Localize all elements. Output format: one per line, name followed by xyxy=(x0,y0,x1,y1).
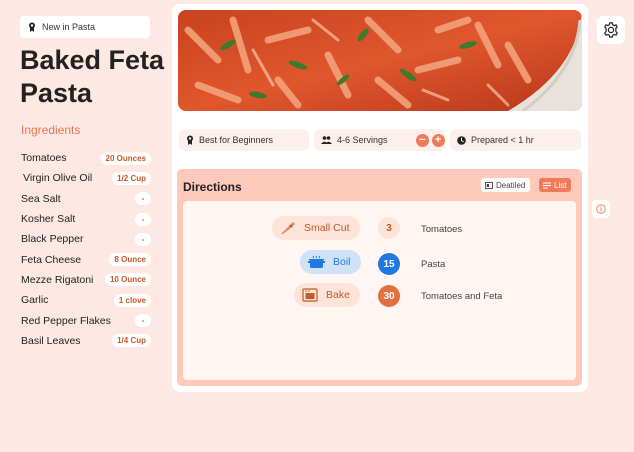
detail-view-icon xyxy=(485,181,493,189)
category-badge-label: New in Pasta xyxy=(42,22,96,32)
ingredient-amount: 1/4 Cup xyxy=(112,334,151,348)
ingredient-name: Kosher Salt xyxy=(21,213,76,226)
gear-icon xyxy=(602,21,620,39)
ingredients-heading: Ingredients xyxy=(21,123,81,137)
servings-pill: 4-6 Servings − + xyxy=(314,129,445,151)
ingredient-amount: 10 Ounce xyxy=(104,273,151,287)
info-button[interactable] xyxy=(592,200,610,218)
ingredient-amount: 1 clove xyxy=(113,293,151,307)
ingredients-list: Tomatoes 20 Ounces Virgin Olive Oil 1/2 … xyxy=(21,148,151,351)
step-target: Pasta xyxy=(421,259,446,270)
ingredient-name: Basil Leaves xyxy=(21,334,81,347)
ingredient-amount: - xyxy=(135,212,151,226)
ingredient-name: Tomatoes xyxy=(21,152,67,165)
ingredient-item: Basil Leaves 1/4 Cup xyxy=(21,331,151,351)
ingredient-name: Mezze Rigatoni xyxy=(21,273,94,286)
settings-button[interactable] xyxy=(597,16,625,44)
ribbon-icon xyxy=(186,135,194,145)
ingredient-amount: - xyxy=(135,314,151,328)
recipe-sidebar: New in Pasta Baked Feta Pasta Ingredient… xyxy=(0,0,170,452)
ingredient-item: Red Pepper Flakes - xyxy=(21,310,151,330)
ingredient-item: Garlic 1 clove xyxy=(21,290,151,310)
step-count-badge: 3 xyxy=(378,217,400,239)
list-view-icon xyxy=(543,182,551,189)
increase-servings-button[interactable]: + xyxy=(431,133,445,147)
people-icon xyxy=(321,136,332,144)
prep-time-label: Prepared < 1 hr xyxy=(471,135,534,145)
step-action-small-cut[interactable]: Small Cut xyxy=(272,216,360,240)
ribbon-icon xyxy=(28,22,36,32)
servings-stepper: − + xyxy=(415,133,445,147)
detailed-view-toggle[interactable]: Deatiled xyxy=(481,178,531,192)
oven-icon xyxy=(302,288,318,302)
list-view-label: List xyxy=(554,180,567,190)
step-action-label: Small Cut xyxy=(304,222,350,234)
category-badge[interactable]: New in Pasta xyxy=(20,16,150,38)
pot-icon xyxy=(308,255,325,269)
servings-label: 4-6 Servings xyxy=(337,135,388,145)
ingredient-amount: 1/2 Cup xyxy=(112,171,151,185)
clock-icon xyxy=(457,135,466,145)
step-target: Tomatoes xyxy=(421,224,463,235)
step-action-bake[interactable]: Bake xyxy=(294,283,360,307)
ingredient-amount: 20 Ounces xyxy=(100,151,151,165)
ingredient-amount: - xyxy=(135,192,151,206)
ingredient-item: Mezze Rigatoni 10 Ounce xyxy=(21,270,151,290)
prep-time-pill: Prepared < 1 hr xyxy=(450,129,581,151)
ingredient-item: Tomatoes 20 Ounces xyxy=(21,148,151,168)
ingredient-amount: 8 Ounce xyxy=(109,253,151,267)
step-action-boil[interactable]: Boil xyxy=(300,250,361,274)
recipe-title: Baked Feta Pasta xyxy=(20,45,165,108)
directions-title: Directions xyxy=(183,180,242,194)
detailed-view-label: Deatiled xyxy=(496,180,526,190)
step-target: Tomatoes and Feta xyxy=(421,291,503,302)
step-timer-badge: 30 xyxy=(378,285,400,307)
ingredient-name: Garlic xyxy=(21,294,49,307)
ingredient-name: Virgin Olive Oil xyxy=(23,172,93,185)
ingredient-item: Kosher Salt - xyxy=(21,209,151,229)
ingredient-item: Feta Cheese 8 Ounce xyxy=(21,249,151,269)
ingredient-name: Sea Salt xyxy=(21,192,61,205)
difficulty-label: Best for Beginners xyxy=(199,135,274,145)
info-icon xyxy=(596,204,606,214)
step-timer-badge: 15 xyxy=(378,253,400,275)
knife-icon xyxy=(280,221,296,235)
recipe-hero-image xyxy=(178,10,582,111)
ingredient-item: Virgin Olive Oil 1/2 Cup xyxy=(21,168,151,188)
ingredient-item: Black Pepper - xyxy=(21,229,151,249)
decrease-servings-button[interactable]: − xyxy=(415,133,429,147)
ingredient-name: Feta Cheese xyxy=(21,253,82,266)
ingredient-amount: - xyxy=(135,232,151,246)
list-view-toggle[interactable]: List xyxy=(539,178,572,192)
step-action-label: Bake xyxy=(326,289,350,301)
step-action-label: Boil xyxy=(333,256,351,268)
ingredient-name: Red Pepper Flakes xyxy=(21,314,111,327)
ingredient-item: Sea Salt - xyxy=(21,189,151,209)
ingredient-name: Black Pepper xyxy=(21,233,84,246)
difficulty-pill: Best for Beginners xyxy=(179,129,309,151)
